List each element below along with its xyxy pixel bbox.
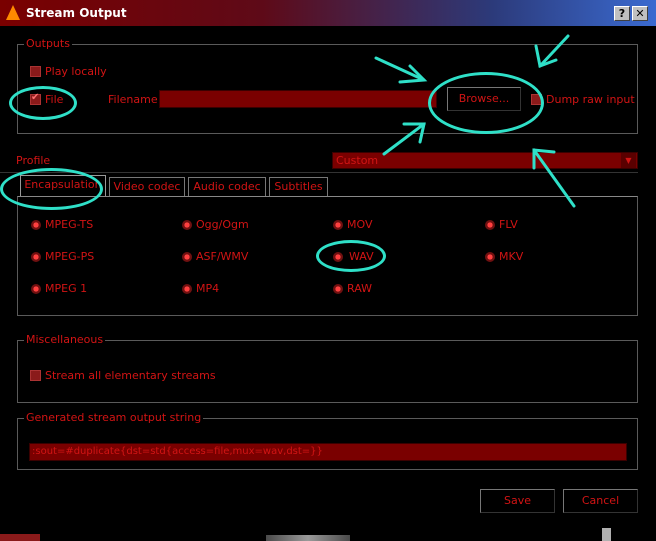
annotation-arrow	[532, 148, 576, 208]
annotation-arrow	[374, 56, 426, 82]
annotation-arrow	[382, 122, 426, 156]
annotation-arrow-head	[534, 44, 558, 69]
annotation-arrows	[374, 34, 576, 208]
